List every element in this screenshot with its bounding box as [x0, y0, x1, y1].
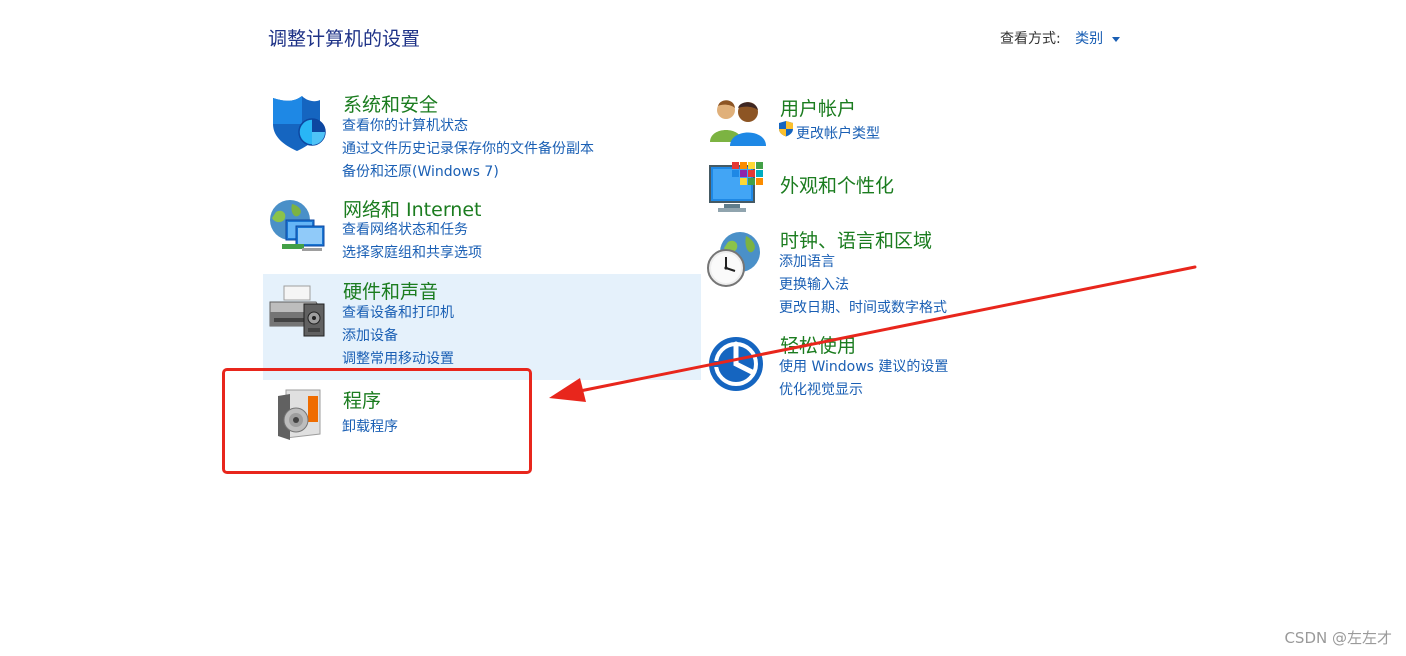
annotation-arrow — [549, 265, 1197, 402]
watermark-text: CSDN @左左才 — [1284, 629, 1392, 647]
